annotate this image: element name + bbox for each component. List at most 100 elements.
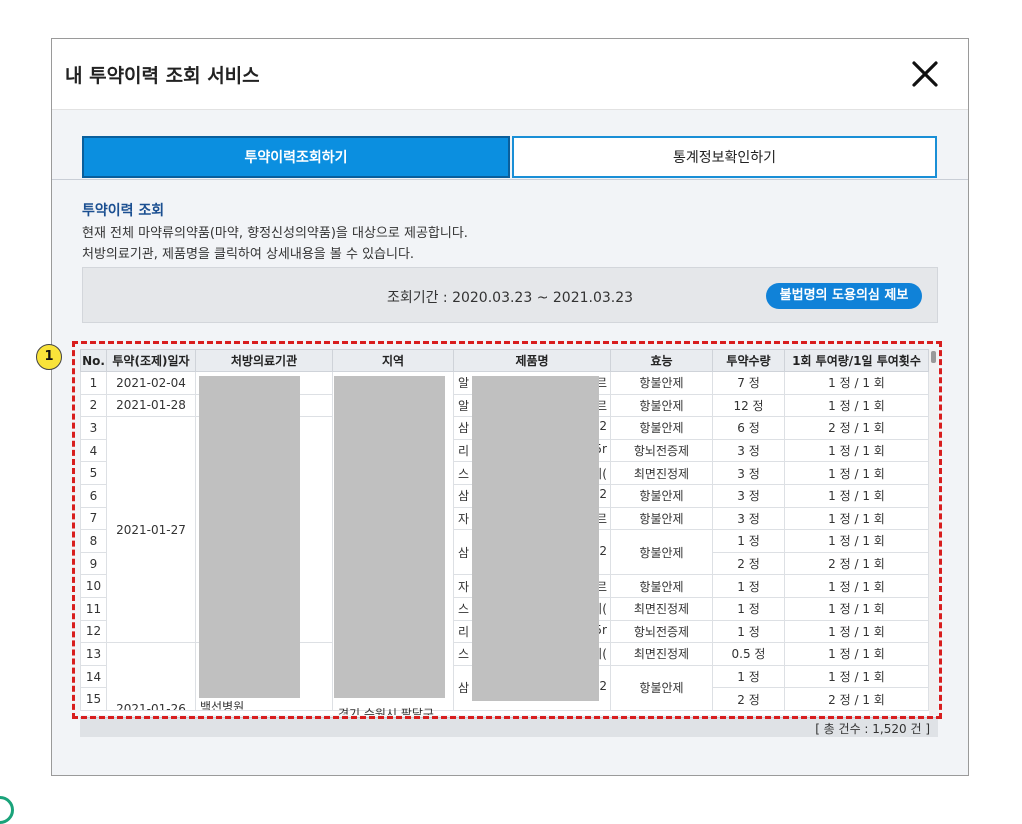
cell-no: 2: [80, 393, 107, 418]
cell-quantity: 3 정: [712, 461, 785, 485]
cell-quantity: 3 정: [712, 438, 785, 463]
cell-dosage: 1 정 / 1 회: [784, 438, 929, 463]
cell-date: 2021-02-04: [106, 371, 196, 395]
cell-no: 7: [80, 506, 107, 531]
header-product: 제품명: [453, 349, 611, 372]
annotation-marker: 1: [36, 344, 62, 370]
cell-no: 6: [80, 483, 107, 508]
cell-quantity: 1 정: [712, 574, 785, 598]
table-header-row: No. 투약(조제)일자 처방의료기관 지역 제품명 효능 투약수량 1회 투여…: [80, 349, 929, 372]
tab-medication-history[interactable]: 투약이력조회하기: [82, 136, 510, 178]
product-name-start: 리: [458, 444, 470, 459]
cell-institution-text: 백선병원: [200, 699, 245, 711]
scrollbar-thumb[interactable]: [931, 351, 936, 363]
cell-efficacy: 최면진정제: [610, 642, 713, 666]
close-button[interactable]: [908, 57, 942, 91]
cell-efficacy: 항불안제: [610, 529, 713, 576]
cell-efficacy: 항불안제: [610, 371, 713, 395]
tab-bar: 투약이력조회하기 통계정보확인하기: [52, 110, 968, 180]
cell-no: 4: [80, 438, 107, 463]
cell-no: 14: [80, 664, 107, 689]
cell-efficacy: 항뇌전증제: [610, 438, 713, 463]
cell-quantity: 1 정: [712, 664, 785, 689]
modal-header: 내 투약이력 조회 서비스: [52, 39, 968, 110]
cell-dosage: 2 정 / 1 회: [784, 416, 929, 440]
cell-dosage: 1 정 / 1 회: [784, 619, 929, 644]
product-name-start: 스: [458, 466, 470, 481]
cell-dosage: 1 정 / 1 회: [784, 664, 929, 689]
corner-decoration: [0, 796, 14, 824]
cell-dosage: 1 정 / 1 회: [784, 574, 929, 598]
section-description-1: 현재 전체 마약류의약품(마약, 향정신성의약품)을 대상으로 제공합니다.: [82, 226, 468, 241]
header-region: 지역: [332, 349, 454, 372]
cell-quantity: 7 정: [712, 371, 785, 395]
close-icon: [912, 61, 938, 87]
cell-quantity: 1 정: [712, 619, 785, 644]
cell-no: 10: [80, 574, 107, 598]
header-date: 투약(조제)일자: [106, 349, 196, 372]
cell-date: 2021-01-28: [106, 393, 196, 418]
cell-quantity: 2 정: [712, 687, 785, 711]
cell-date: 2021-01-27: [106, 416, 196, 644]
period-box: 조회기간 : 2020.03.23 ~ 2021.03.23 불법명의 도용의심…: [82, 267, 938, 323]
product-name-start: 삼: [458, 545, 470, 560]
cell-quantity: 6 정: [712, 416, 785, 440]
cell-no: 8: [80, 529, 107, 553]
cell-dosage: 1 정 / 1 회: [784, 506, 929, 531]
cell-no: 12: [80, 619, 107, 644]
tab-statistics[interactable]: 통계정보확인하기: [512, 136, 937, 178]
cell-efficacy: 항불안제: [610, 393, 713, 418]
product-name-start: 자: [458, 511, 470, 526]
header-quantity: 투약수량: [712, 349, 785, 372]
cell-quantity: 0.5 정: [712, 642, 785, 666]
cell-efficacy: 항뇌전증제: [610, 619, 713, 644]
cell-no: 5: [80, 461, 107, 485]
header-dosage: 1회 투여량/1일 투여횟수: [784, 349, 929, 372]
product-name-start: 삼: [458, 421, 470, 436]
product-name-start: 삼: [458, 681, 470, 696]
cell-dosage: 2 정 / 1 회: [784, 687, 929, 711]
cell-efficacy: 항불안제: [610, 574, 713, 598]
cell-dosage: 1 정 / 1 회: [784, 596, 929, 621]
product-name-start: 알: [458, 398, 470, 413]
product-name-start: 리: [458, 624, 470, 639]
cell-quantity: 1 정: [712, 529, 785, 553]
redaction-institution: [199, 376, 300, 698]
product-name-start: 자: [458, 579, 470, 594]
region-partial-text: 경기 수원시 팔달구: [338, 707, 434, 715]
cell-efficacy: 최면진정제: [610, 596, 713, 621]
header-efficacy: 효능: [610, 349, 713, 372]
cell-no: 11: [80, 596, 107, 621]
header-institution: 처방의료기관: [195, 349, 333, 372]
table-footer: [ 총 건수 : 1,520 건 ]: [80, 717, 938, 737]
cell-quantity: 3 정: [712, 506, 785, 531]
cell-efficacy: 항불안제: [610, 664, 713, 711]
total-count: [ 총 건수 : 1,520 건 ]: [815, 722, 930, 736]
cell-dosage: 1 정 / 1 회: [784, 371, 929, 395]
cell-no: 13: [80, 642, 107, 666]
cell-efficacy: 항불안제: [610, 416, 713, 440]
cell-dosage: 1 정 / 1 회: [784, 642, 929, 666]
cell-no: 1: [80, 371, 107, 395]
table-scrollbar[interactable]: [929, 349, 938, 715]
redaction-region: [334, 376, 445, 698]
cell-dosage: 1 정 / 1 회: [784, 483, 929, 508]
cell-quantity: 2 정: [712, 551, 785, 576]
modal-title: 내 투약이력 조회 서비스: [65, 65, 260, 87]
product-name-start: 알: [458, 376, 470, 391]
report-identity-theft-button[interactable]: 불법명의 도용의심 제보: [766, 283, 922, 309]
history-table-container: No. 투약(조제)일자 처방의료기관 지역 제품명 효능 투약수량 1회 투여…: [80, 349, 938, 715]
cell-no: 15: [80, 687, 107, 711]
product-name-start: 스: [458, 602, 470, 617]
cell-efficacy: 항불안제: [610, 483, 713, 508]
cell-quantity: 3 정: [712, 483, 785, 508]
cell-quantity: 1 정: [712, 596, 785, 621]
section-description-2: 처방의료기관, 제품명을 클릭하여 상세내용을 볼 수 있습니다.: [82, 247, 415, 262]
cell-quantity: 12 정: [712, 393, 785, 418]
cell-dosage: 1 정 / 1 회: [784, 529, 929, 553]
redaction-product: [472, 376, 599, 701]
cell-date: 2021-01-26: [106, 642, 196, 711]
cell-dosage: 1 정 / 1 회: [784, 461, 929, 485]
cell-efficacy: 항불안제: [610, 506, 713, 531]
cell-no: 3: [80, 416, 107, 440]
